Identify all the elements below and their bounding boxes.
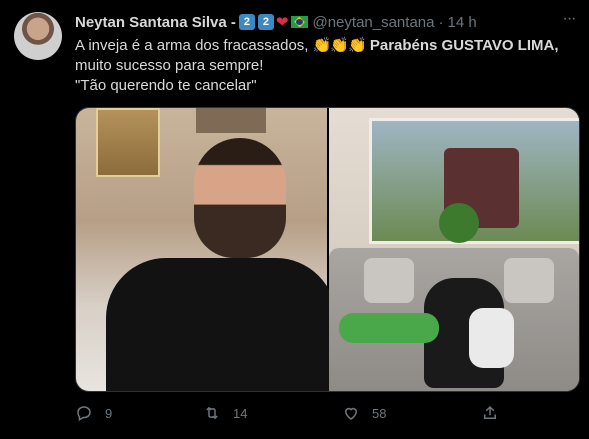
keycap-two-emoji: 2 [257,14,274,30]
tweet-text: A inveja é a arma dos fracassados, 👏👏👏 P… [75,36,575,96]
tweet-time[interactable]: 14 h [447,14,476,31]
more-icon[interactable]: ··· [561,11,577,30]
keycap-two-emoji: 2 [238,14,255,30]
photo-selfie[interactable] [76,108,336,391]
action-bar: 9 14 58 [75,402,515,424]
photo-detail-pillow [364,258,414,303]
photo-family-sofa[interactable] [329,108,579,391]
clapping-hands-emoji: 👏👏👏 [312,37,367,54]
photo-detail-face [194,138,286,258]
author-name[interactable]: Neytan Santana Silva - [75,14,236,31]
tweet-text-line-1: A inveja é a arma dos fracassados, 👏👏👏 P… [75,36,575,56]
photo-detail-pillow [504,258,554,303]
like-button[interactable]: 58 [342,402,386,424]
share-icon [484,405,496,419]
reply-count: 9 [105,405,113,421]
author-handle[interactable]: @neytan_santana [312,14,434,31]
retweet-count: 14 [233,405,248,421]
media-grid [75,107,580,392]
heart-emoji: ❤ [275,14,289,31]
tweet-text-intro: A inveja é a arma dos fracassados, [75,37,309,54]
separator-dot: · [438,13,444,31]
photo-detail-wall [196,108,266,133]
tweet-header: Neytan Santana Silva - 2 2 ❤ @neytan_san… [75,12,477,32]
retweet-icon [206,406,218,420]
like-count: 58 [372,405,387,421]
retweet-button[interactable]: 14 [203,402,247,424]
reply-icon [77,406,91,422]
brazil-flag-emoji [291,16,309,28]
photo-detail-child [339,313,439,343]
tweet-text-line-3: "Tão querendo te cancelar" [75,77,257,94]
photo-detail-shirt [106,258,336,391]
avatar[interactable] [14,12,62,60]
tweet[interactable]: Neytan Santana Silva - 2 2 ❤ @neytan_san… [0,0,589,439]
share-button[interactable] [481,402,499,424]
tweet-text-bold: Parabéns GUSTAVO LIMA, [369,37,559,54]
photo-detail-door [96,108,160,177]
photo-detail-plant [439,203,479,243]
like-icon [344,407,358,420]
reply-button[interactable]: 9 [75,402,112,424]
tweet-text-line-2: muito sucesso para sempre! [75,57,264,74]
photo-detail-child [469,308,514,368]
